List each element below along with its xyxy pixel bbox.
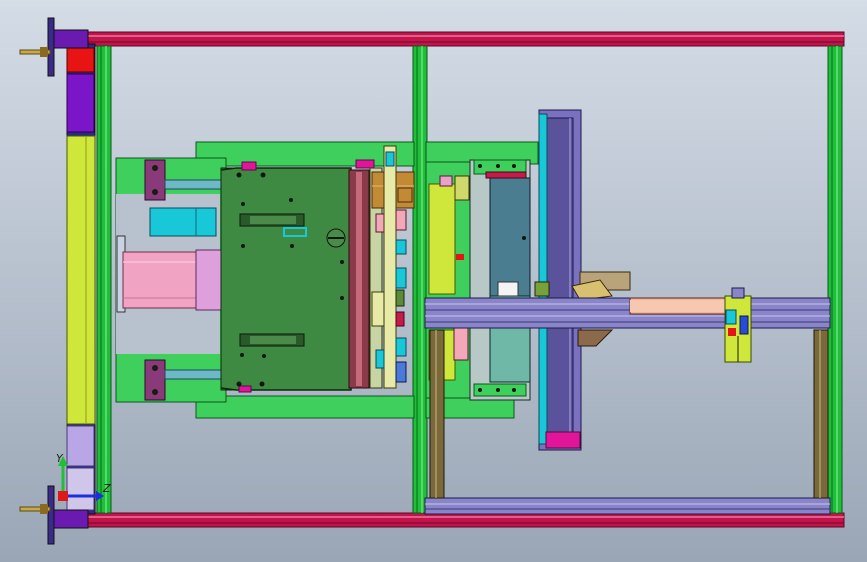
frame-rail-top[interactable]: [87, 31, 845, 47]
frame-post-left[interactable]: [96, 45, 112, 514]
ejector-slot-highlight-bottom: [250, 336, 296, 344]
frame-post-right[interactable]: [827, 45, 843, 514]
platen-clip-bottom[interactable]: [238, 385, 252, 393]
end-plate-red-block[interactable]: [66, 47, 95, 73]
platen-clip-top[interactable]: [241, 161, 257, 171]
bracket-bottom[interactable]: [51, 509, 89, 529]
sprue-column[interactable]: [383, 145, 397, 389]
frame-rail-bottom[interactable]: [87, 512, 845, 528]
mold-base-lower-flange[interactable]: [195, 395, 415, 419]
slide-cyan-strip[interactable]: [538, 113, 548, 445]
yellow-clamp-plate[interactable]: [428, 183, 456, 295]
gripper-cyan[interactable]: [725, 309, 737, 325]
bracket-plate-bottom: [47, 485, 55, 545]
ejector-slot-highlight-top: [250, 216, 296, 224]
olive-bar: [454, 175, 470, 201]
slide-column-inner: [544, 117, 574, 441]
end-plate-purple-block[interactable]: [66, 73, 95, 133]
red-tag: [456, 254, 464, 260]
support-rail-right[interactable]: [813, 329, 829, 499]
ejector-pin-upper[interactable]: [397, 187, 413, 203]
cad-viewport[interactable]: Y Z: [0, 0, 867, 562]
pink-stop-top[interactable]: [439, 175, 453, 187]
moving-half-assembly[interactable]: [115, 141, 415, 419]
cyan-clamp-block[interactable]: [149, 207, 217, 237]
end-plate-yellow-panel[interactable]: [66, 135, 96, 425]
platen-clip-top-right[interactable]: [355, 159, 375, 169]
cross-rail-lower[interactable]: [424, 497, 831, 515]
axis-z-marker: [58, 491, 68, 501]
mount-bolt-head-bottom: [40, 504, 48, 514]
cross-rail-upper[interactable]: [424, 297, 831, 329]
guide-pin-top[interactable]: [164, 179, 224, 190]
mold-base-upper-flange[interactable]: [195, 141, 415, 167]
gripper-red: [728, 328, 736, 336]
end-plate-lavender-block[interactable]: [66, 425, 95, 467]
white-insert: [497, 281, 519, 297]
slide-magenta-foot[interactable]: [545, 431, 581, 449]
moving-platen[interactable]: [220, 167, 352, 391]
guide-pin-bottom[interactable]: [164, 369, 224, 380]
slide-olive-block: [534, 281, 550, 297]
gripper-top-clip[interactable]: [731, 287, 745, 299]
bracket-top[interactable]: [51, 29, 89, 49]
robot-arm-beam-lower: [630, 300, 726, 312]
red-cap-top: [485, 171, 527, 179]
hydraulic-cylinder-head[interactable]: [195, 249, 223, 311]
bracket-plate-top: [47, 17, 55, 77]
gripper-blue[interactable]: [739, 315, 749, 335]
support-rail-left[interactable]: [429, 329, 445, 499]
core-insert-rail-light: [356, 172, 362, 386]
end-plate-lower-block[interactable]: [66, 467, 95, 511]
mount-bolt-head-top: [40, 47, 48, 57]
frame-post-center[interactable]: [412, 45, 428, 514]
axis-z-label: Z: [102, 482, 111, 495]
